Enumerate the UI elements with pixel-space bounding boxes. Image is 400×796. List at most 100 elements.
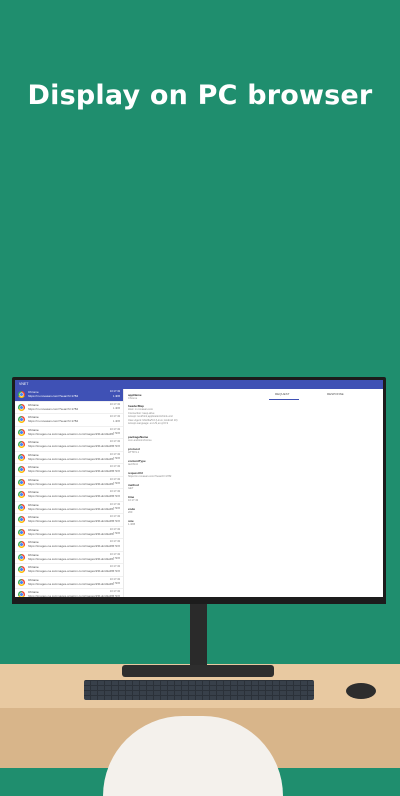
- request-time: 10:17:43: [109, 427, 120, 431]
- request-url: https://m.novasan.com/?search=1782: [28, 394, 79, 398]
- field-code: code 200: [128, 507, 136, 514]
- chrome-icon: [18, 541, 25, 548]
- request-url: https://images-na.ssl-images-amazon.com/…: [28, 581, 114, 586]
- request-url: https://images-na.ssl-images-amazon.com/…: [28, 556, 114, 561]
- request-size: 7.5KB: [112, 482, 120, 485]
- request-url: https://images-na.ssl-images-amazon.com/…: [28, 431, 114, 436]
- request-size: 7.5KB: [112, 532, 120, 535]
- request-url: https://images-na.ssl-images-amazon.com/…: [28, 569, 114, 573]
- request-size: 7.5KB: [112, 544, 120, 548]
- field-request-url: requestUrl https://m.novasan.com/?search=…: [128, 471, 172, 478]
- request-size: 7.5KB: [112, 469, 120, 473]
- chrome-icon: [18, 566, 25, 573]
- chrome-icon: [18, 428, 25, 436]
- request-row[interactable]: Chrome https://images-na.ssl-images-amazo…: [15, 502, 123, 514]
- chrome-icon: [18, 553, 25, 561]
- request-row[interactable]: Chrome https://images-na.ssl-images-amazo…: [15, 439, 123, 452]
- request-row[interactable]: Chrome https://m.novasan.com/?search=1782…: [15, 389, 123, 402]
- app-title: VNET: [19, 382, 29, 386]
- request-time: 10:17:43: [109, 527, 120, 531]
- request-url: https://m.novasan.com/?search=1782: [28, 419, 79, 423]
- mouse: [346, 683, 376, 699]
- field-content-type: contentType text/html: [128, 459, 146, 466]
- request-row[interactable]: Chrome https://images-na.ssl-images-amazo…: [15, 564, 123, 577]
- request-detail: REQUEST RESPONSE appName Chrome headerMap…: [125, 389, 383, 597]
- chrome-icon: [18, 478, 25, 486]
- request-row[interactable]: Chrome https://images-na.ssl-images-amazo…: [15, 527, 123, 539]
- request-time: 10:17:43: [109, 465, 120, 468]
- request-size: 1.4KB: [112, 419, 120, 423]
- request-row[interactable]: Chrome https://images-na.ssl-images-amazo…: [15, 577, 123, 589]
- monitor-base: [122, 665, 274, 677]
- request-url: https://images-na.ssl-images-amazon.com/…: [28, 494, 114, 498]
- request-size: 7.5KB: [112, 507, 120, 510]
- chrome-icon: [18, 491, 25, 498]
- request-row[interactable]: Chrome https://m.novasan.com/?search=1782…: [15, 402, 123, 414]
- field-app: appName Chrome: [128, 393, 142, 400]
- request-time: 10:17:43: [109, 577, 120, 581]
- field-time: time 10:17:43: [128, 495, 139, 502]
- chrome-icon: [18, 503, 25, 511]
- request-row[interactable]: Chrome https://images-na.ssl-images-amazo…: [15, 539, 123, 552]
- field-package: packageName com.android.chrome: [128, 435, 152, 442]
- chrome-icon: [18, 391, 25, 398]
- request-row[interactable]: Chrome https://images-na.ssl-images-amazo…: [15, 464, 123, 477]
- request-url: https://images-na.ssl-images-amazon.com/…: [28, 481, 114, 486]
- request-time: 10:17:43: [109, 440, 120, 443]
- chrome-icon: [18, 441, 25, 448]
- request-size: 7.5KB: [112, 494, 120, 498]
- request-time: 10:17:43: [109, 415, 120, 418]
- request-row[interactable]: Chrome https://images-na.ssl-images-amazo…: [15, 552, 123, 564]
- request-time: 10:17:43: [109, 502, 120, 506]
- request-size: 7.5KB: [112, 444, 120, 448]
- request-size: 1.4KB: [112, 394, 120, 398]
- request-size: 7.5KB: [112, 457, 120, 460]
- request-size: 7.5KB: [112, 569, 120, 573]
- request-row[interactable]: Chrome https://images-na.ssl-images-amazo…: [15, 514, 123, 527]
- request-size: 7.5KB: [112, 557, 120, 560]
- request-row[interactable]: Chrome https://images-na.ssl-images-amazo…: [15, 589, 123, 597]
- monitor-chin: [12, 597, 386, 604]
- browser-screen: VNET Chrome https://m.novasan.com/?search…: [15, 380, 383, 597]
- chrome-icon: [18, 416, 25, 423]
- field-method: method GET: [128, 483, 139, 490]
- request-row[interactable]: Chrome https://images-na.ssl-images-amazo…: [15, 427, 123, 439]
- chrome-icon: [18, 516, 25, 523]
- request-size: 1.4KB: [112, 407, 120, 410]
- request-time: 10:17:43: [109, 490, 120, 493]
- request-row[interactable]: Chrome https://images-na.ssl-images-amazo…: [15, 477, 123, 489]
- request-time: 10:17:43: [109, 477, 120, 481]
- field-protocol: protocol HTTP/1.1: [128, 447, 140, 454]
- request-url: https://m.novasan.com/?search=1782: [28, 406, 79, 411]
- chrome-icon: [18, 528, 25, 536]
- monitor-stand: [190, 602, 207, 670]
- chrome-icon: [18, 578, 25, 586]
- app-bar: VNET: [15, 380, 383, 389]
- request-row[interactable]: Chrome https://images-na.ssl-images-amazo…: [15, 452, 123, 464]
- request-time: 10:17:43: [109, 540, 120, 543]
- request-url: https://images-na.ssl-images-amazon.com/…: [28, 456, 114, 461]
- request-time: 10:17:43: [109, 552, 120, 556]
- chrome-icon: [18, 453, 25, 461]
- chrome-icon: [18, 403, 25, 411]
- headline: Display on PC browser: [27, 80, 373, 111]
- request-url: https://images-na.ssl-images-amazon.com/…: [28, 544, 114, 548]
- request-time: 10:17:43: [109, 590, 120, 593]
- request-time: 10:17:43: [109, 452, 120, 456]
- request-list[interactable]: Chrome https://m.novasan.com/?search=1782…: [15, 389, 124, 597]
- request-size: 7.5KB: [112, 432, 120, 435]
- monitor: VNET Chrome https://m.novasan.com/?search…: [12, 377, 386, 604]
- request-size: 7.5KB: [112, 519, 120, 523]
- request-row[interactable]: Chrome https://m.novasan.com/?search=1782…: [15, 414, 123, 427]
- request-url: https://images-na.ssl-images-amazon.com/…: [28, 531, 114, 536]
- request-url: https://images-na.ssl-images-amazon.com/…: [28, 519, 114, 523]
- request-url: https://images-na.ssl-images-amazon.com/…: [28, 444, 114, 448]
- request-size: 7.5KB: [112, 582, 120, 585]
- request-url: https://images-na.ssl-images-amazon.com/…: [28, 506, 114, 511]
- request-time: 10:17:43: [109, 565, 120, 568]
- request-time: 10:17:43: [109, 402, 120, 406]
- request-time: 10:17:43: [109, 515, 120, 518]
- field-size: size 1.4KB: [128, 519, 136, 526]
- field-headers: headerMap Host: m.novasan.com Connection…: [128, 404, 178, 426]
- request-row[interactable]: Chrome https://images-na.ssl-images-amazo…: [15, 489, 123, 502]
